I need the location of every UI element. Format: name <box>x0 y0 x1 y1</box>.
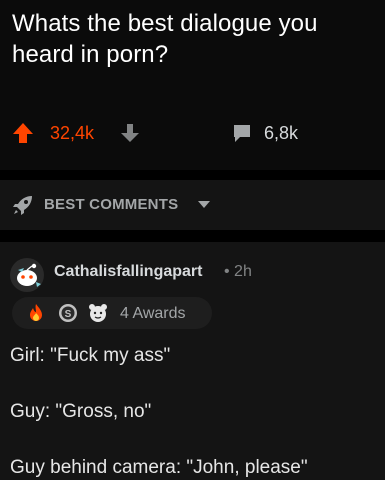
section-divider <box>0 230 385 242</box>
comment-text-line: Guy behind camera: "John, please" <box>10 457 308 478</box>
post-title[interactable]: Whats the best dialogue you heard in por… <box>12 8 382 70</box>
sort-bar[interactable]: BEST COMMENTS <box>0 180 385 230</box>
rocket-icon <box>13 196 32 215</box>
vote-bar: 32,4k 6,8k <box>0 114 385 150</box>
wholesome-award-icon <box>89 304 107 322</box>
awards-count: 4 Awards <box>120 305 186 322</box>
silver-coin-icon: S <box>59 304 77 322</box>
comment-text-line: Girl: "Fuck my ass" <box>10 345 171 366</box>
caret-down-icon[interactable] <box>198 200 210 210</box>
snoo-avatar-icon[interactable] <box>10 258 44 292</box>
post-header: Whats the best dialogue you heard in por… <box>0 0 385 170</box>
section-divider <box>0 170 385 180</box>
sort-label[interactable]: BEST COMMENTS <box>44 196 178 214</box>
downvote-icon[interactable] <box>120 123 140 143</box>
comment: Cathalisfallingapart • 2h S 4 Awards Gir… <box>0 242 385 480</box>
svg-text:S: S <box>65 309 72 320</box>
vote-count: 32,4k <box>50 123 95 143</box>
upvote-icon[interactable] <box>12 122 34 144</box>
comment-time: • 2h <box>224 263 252 280</box>
comment-author[interactable]: Cathalisfallingapart <box>54 262 202 282</box>
speech-bubble-icon[interactable] <box>232 123 252 143</box>
fire-award-icon <box>30 304 42 321</box>
comment-text-line: Guy: "Gross, no" <box>10 401 152 422</box>
comment-count[interactable]: 6,8k <box>264 122 298 144</box>
awards-pill[interactable]: S 4 Awards <box>12 297 212 329</box>
